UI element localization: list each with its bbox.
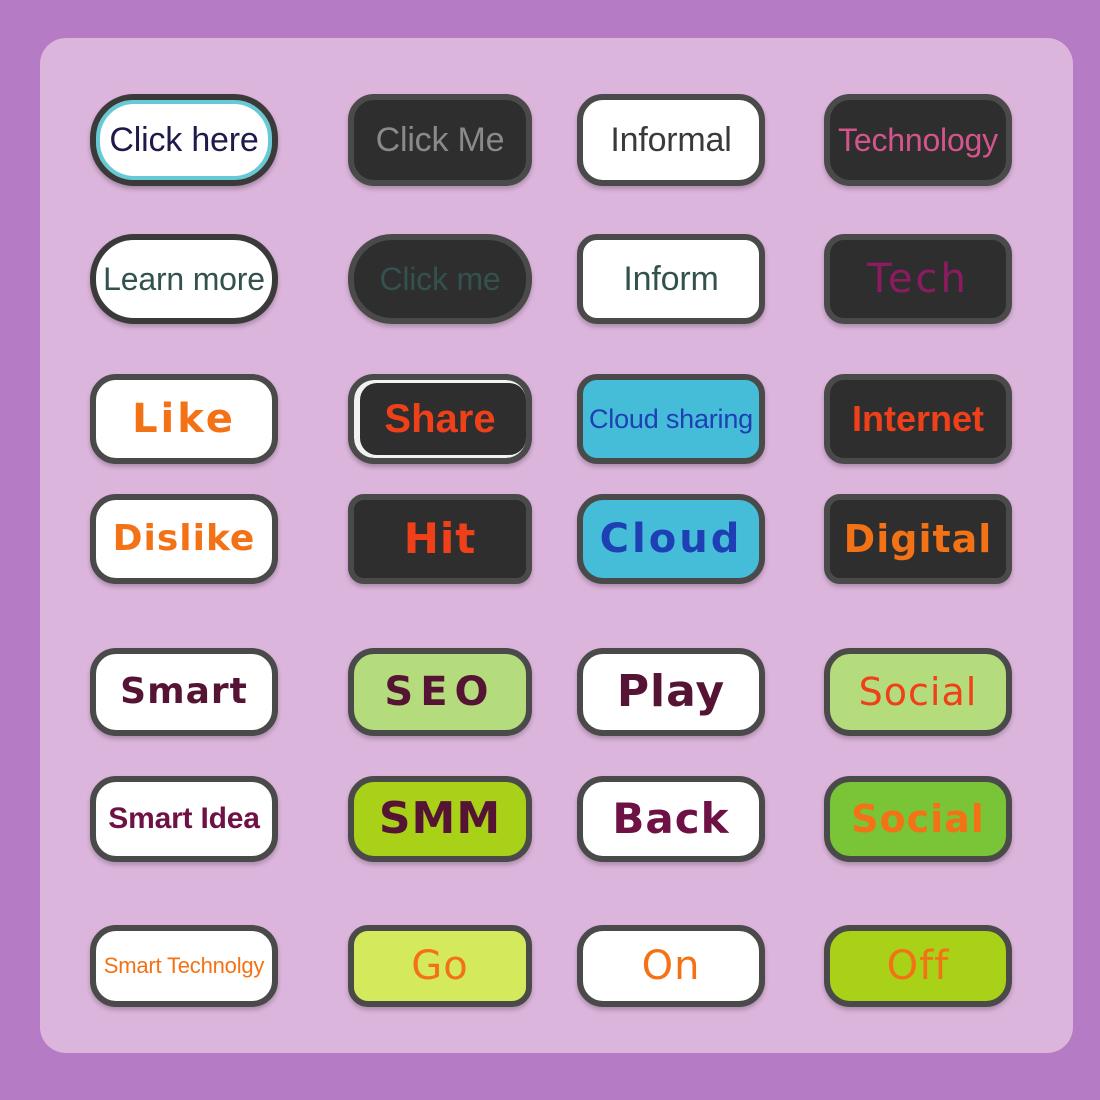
button-inform[interactable]: Inform xyxy=(577,234,765,324)
button-label-social-mid: Social xyxy=(851,797,985,841)
button-label-smart: Smart xyxy=(120,671,248,712)
button-label-cloud: Cloud xyxy=(599,516,743,562)
button-label-share: Share xyxy=(384,397,496,441)
button-go[interactable]: Go xyxy=(348,925,532,1007)
button-click-here[interactable]: Click here xyxy=(90,94,278,186)
button-label-seo: SEO xyxy=(384,669,496,715)
button-label-digital: Digital xyxy=(843,517,993,561)
button-set-canvas: Click here Click Me Informal Technology Lear… xyxy=(0,0,1100,1100)
button-label-inform: Inform xyxy=(623,260,719,298)
button-off[interactable]: Off xyxy=(824,925,1012,1007)
button-label-smm: SMM xyxy=(378,793,502,844)
button-label-cloud-sharing: Cloud sharing xyxy=(588,403,753,434)
button-social-mid[interactable]: Social xyxy=(824,776,1012,862)
button-back[interactable]: Back xyxy=(577,776,765,862)
button-label-click-me-lower: Click me xyxy=(379,261,501,297)
button-label-smart-idea: Smart Idea xyxy=(108,802,260,835)
button-label-technology: Technology xyxy=(838,122,998,158)
button-label-hit: Hit xyxy=(403,514,477,563)
button-hit[interactable]: Hit xyxy=(348,494,532,584)
button-label-go: Go xyxy=(411,943,469,989)
button-cloud-sharing[interactable]: Cloud sharing xyxy=(577,374,765,464)
button-label-smart-technolgy: Smart Technolgy xyxy=(103,953,265,978)
button-label-back: Back xyxy=(612,794,730,843)
button-click-me-lower[interactable]: Click me xyxy=(348,234,532,324)
button-smm[interactable]: SMM xyxy=(348,776,532,862)
button-share[interactable]: Share xyxy=(348,374,532,464)
button-label-informal: Informal xyxy=(610,121,732,159)
button-smart-technolgy[interactable]: Smart Technolgy xyxy=(90,925,278,1007)
button-label-learn-more: Learn more xyxy=(103,261,265,297)
button-label-click-me-upper: Click Me xyxy=(375,121,505,159)
button-cloud[interactable]: Cloud xyxy=(577,494,765,584)
button-tech[interactable]: Tech xyxy=(824,234,1012,324)
button-label-on: On xyxy=(641,943,701,989)
button-label-dislike: Dislike xyxy=(112,518,256,559)
button-panel: Click here Click Me Informal Technology Lear… xyxy=(40,38,1073,1053)
button-smart-idea[interactable]: Smart Idea xyxy=(90,776,278,862)
button-seo[interactable]: SEO xyxy=(348,648,532,736)
button-on[interactable]: On xyxy=(577,925,765,1007)
button-like[interactable]: Like xyxy=(90,374,278,464)
button-digital[interactable]: Digital xyxy=(824,494,1012,584)
button-dislike[interactable]: Dislike xyxy=(90,494,278,584)
button-social-light[interactable]: Social xyxy=(824,648,1012,736)
button-technology[interactable]: Technology xyxy=(824,94,1012,186)
button-play[interactable]: Play xyxy=(577,648,765,736)
button-label-play: Play xyxy=(616,666,726,717)
button-learn-more[interactable]: Learn more xyxy=(90,234,278,324)
button-click-me-upper[interactable]: Click Me xyxy=(348,94,532,186)
button-grid: Click here Click Me Informal Technology Lear… xyxy=(40,38,1073,1053)
button-label-tech: Tech xyxy=(867,256,969,302)
button-internet[interactable]: Internet xyxy=(824,374,1012,464)
button-label-internet: Internet xyxy=(851,398,984,439)
button-smart[interactable]: Smart xyxy=(90,648,278,736)
button-label-click-here: Click here xyxy=(109,121,259,159)
button-informal[interactable]: Informal xyxy=(577,94,765,186)
button-label-like: Like xyxy=(132,396,236,442)
button-label-social-light: Social xyxy=(858,670,978,714)
button-label-off: Off xyxy=(886,943,950,989)
